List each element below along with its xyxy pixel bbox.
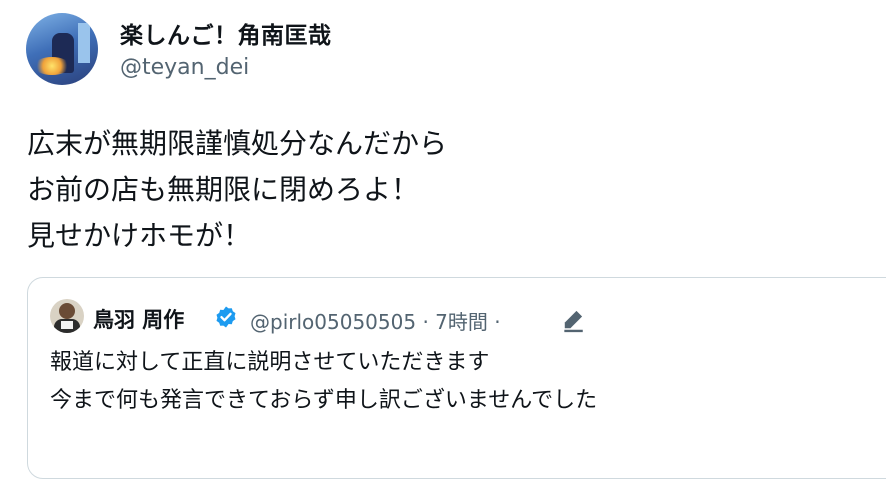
quoted-handle[interactable]: @pirlo05050505: [250, 310, 416, 334]
avatar-head-shape: [59, 303, 75, 319]
verified-badge-icon: [216, 306, 236, 328]
meta-separator: ·: [422, 310, 429, 334]
tweet-line: 広末が無期限謹慎処分なんだから: [27, 127, 448, 160]
avatar-building-shape: [78, 23, 90, 63]
author-display-name[interactable]: 楽しんご！角南匡哉: [120, 16, 332, 50]
quoted-line: 報道に対して正直に説明させていただきます: [50, 350, 490, 375]
meta-separator: ·: [494, 310, 501, 334]
avatar-card-shape: [61, 321, 73, 329]
quoted-line: 今まで何も発言できておらず申し訳ございませんでした: [50, 388, 598, 413]
quoted-author-avatar[interactable]: [50, 299, 84, 333]
tweet-body: 広末が無期限謹慎処分なんだから お前の店も無期限に閉めろよ！ 見せかけホモが！: [27, 121, 447, 259]
quoted-tweet-card[interactable]: 鳥羽 周作 @pirlo05050505 · 7時間 · 報道に対して正直に説明…: [27, 277, 886, 479]
quoted-body: 報道に対して正直に説明させていただきます 今まで何も発言できておらず申し訳ござい…: [50, 344, 597, 420]
quoted-meta: @pirlo05050505 · 7時間 ·: [250, 306, 501, 335]
tweet-line: 見せかけホモが！: [27, 219, 252, 252]
edited-pencil-icon[interactable]: [560, 307, 586, 333]
tweet-line: お前の店も無期限に閉めろよ！: [27, 173, 420, 206]
author-handle[interactable]: @teyan_dei: [120, 55, 249, 80]
quoted-timestamp[interactable]: 7時間: [435, 310, 488, 334]
avatar-glow-shape: [34, 57, 70, 75]
author-avatar[interactable]: [26, 13, 98, 85]
quoted-display-name[interactable]: 鳥羽 周作: [93, 304, 184, 334]
